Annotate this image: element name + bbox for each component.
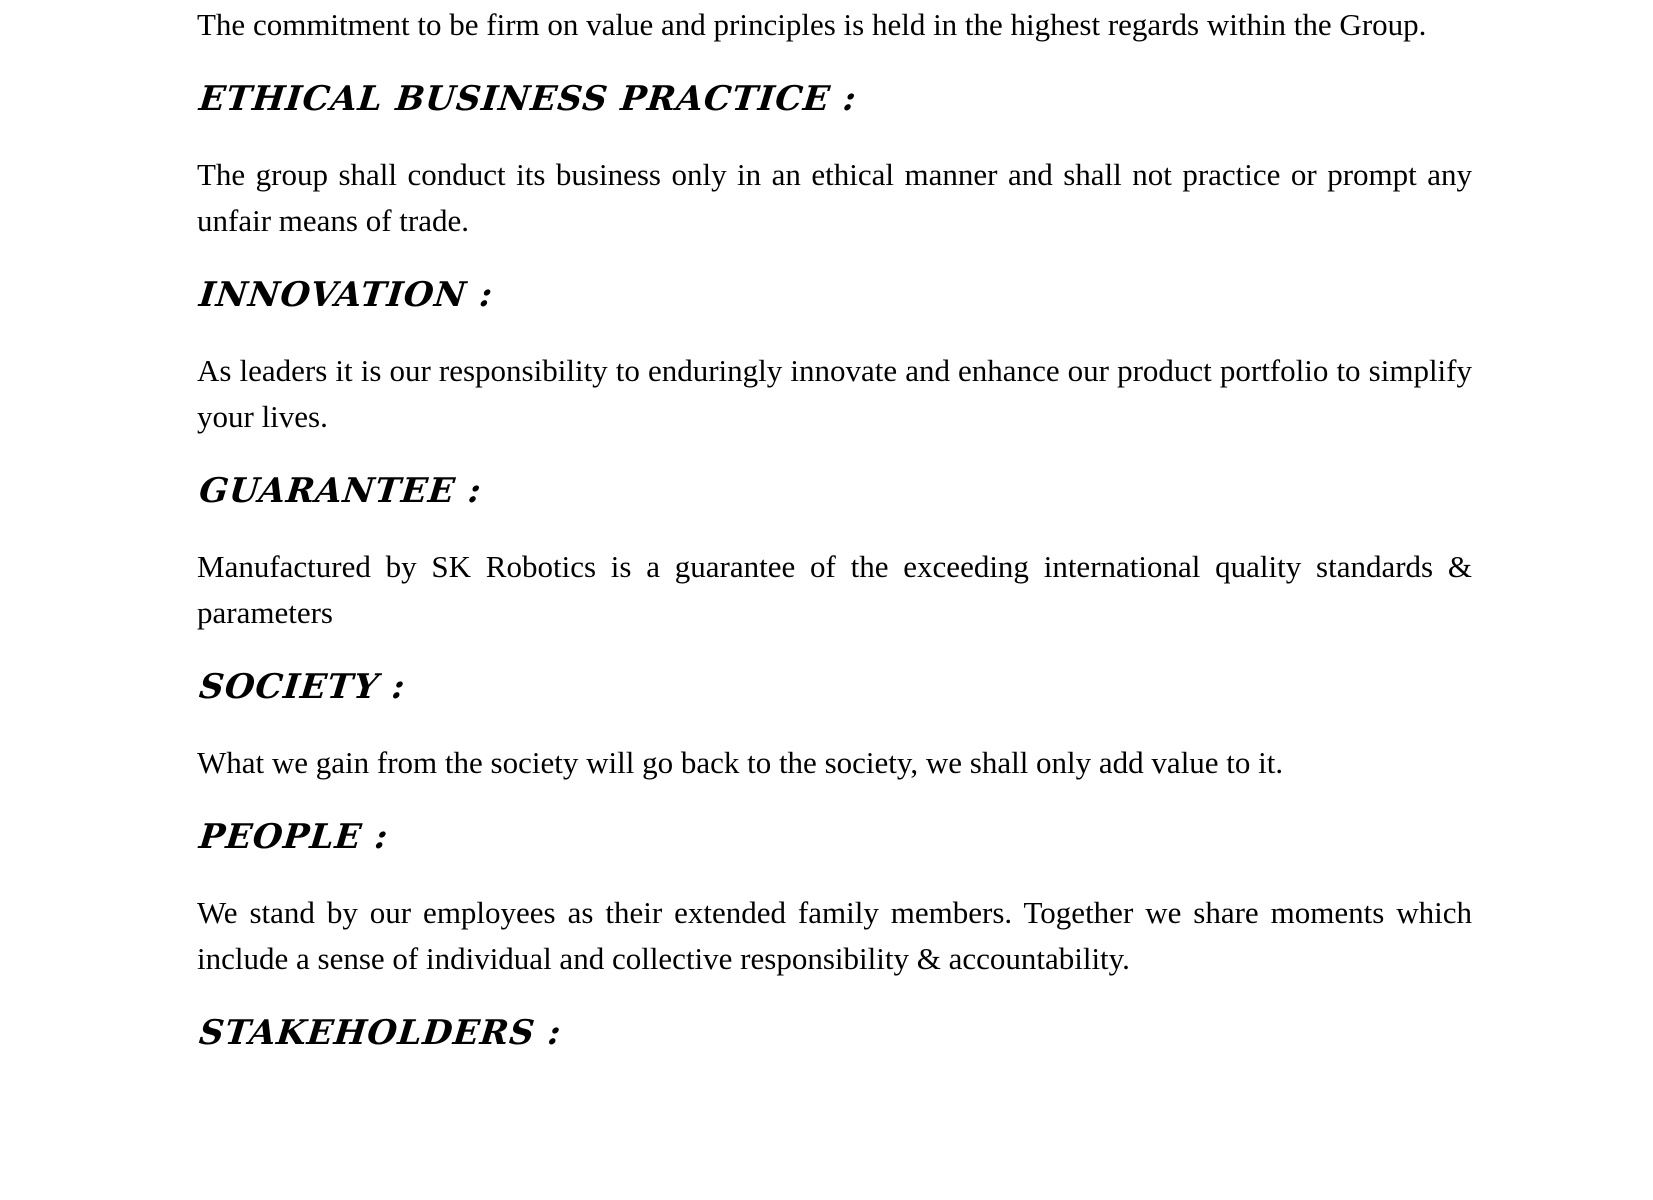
heading-society: SOCIETY : <box>197 667 408 707</box>
paragraph-guarantee: Manufactured by SK Robotics is a guarant… <box>197 549 1472 630</box>
paragraph-people: We stand by our employees as their exten… <box>197 895 1472 976</box>
heading-innovation: INNOVATION : <box>197 275 496 315</box>
paragraph-innovation: As leaders it is our responsibility to e… <box>197 353 1472 434</box>
paragraph-ethical-business-practice: The group shall conduct its business onl… <box>197 157 1472 238</box>
heading-stakeholders: STAKEHOLDERS : <box>197 1013 564 1053</box>
heading-ethical-business-practice: ETHICAL BUSINESS PRACTICE : <box>197 79 859 119</box>
document-content: The commitment to be firm on value and p… <box>197 0 1472 1056</box>
document-page: The commitment to be firm on value and p… <box>0 0 1653 1200</box>
heading-guarantee: GUARANTEE : <box>197 471 484 511</box>
intro-paragraph: The commitment to be firm on value and p… <box>197 7 1427 42</box>
heading-people: PEOPLE : <box>197 817 391 857</box>
paragraph-society: What we gain from the society will go ba… <box>197 745 1284 780</box>
